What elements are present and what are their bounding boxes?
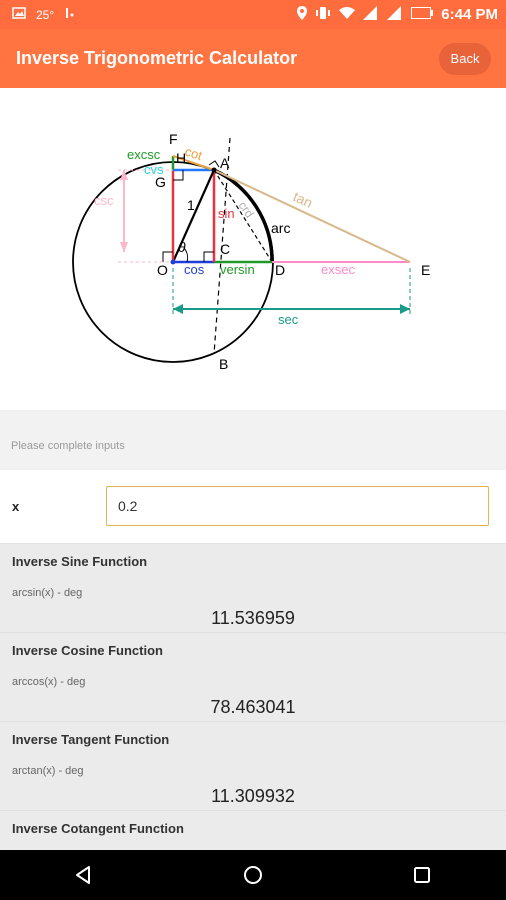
vibrate-icon: [315, 6, 331, 23]
image-notification-icon: [12, 7, 26, 22]
recents-nav-icon[interactable]: [392, 855, 452, 895]
results-list: Inverse Sine Function arcsin(x) - deg 11…: [0, 543, 506, 850]
instruction-text: Please complete inputs: [11, 440, 125, 452]
home-nav-icon[interactable]: [223, 855, 283, 895]
label-excsc: excsc: [127, 147, 161, 162]
label-one: 1: [187, 197, 195, 213]
result-arccot: Inverse Cotangent Function: [0, 810, 506, 850]
instruction-panel: Please complete inputs: [0, 410, 506, 470]
label-theta: θ: [178, 239, 186, 255]
back-button[interactable]: Back: [439, 42, 491, 75]
back-nav-icon[interactable]: [54, 855, 114, 895]
result-title: Inverse Tangent Function: [12, 732, 170, 747]
result-subtitle: arctan(x) - deg: [12, 765, 84, 777]
label-f: F: [169, 131, 178, 147]
result-arctan: Inverse Tangent Function arctan(x) - deg…: [0, 721, 506, 810]
label-csc: csc: [94, 193, 114, 208]
label-cos: cos: [184, 262, 205, 277]
cell-signal-icon: [387, 6, 403, 23]
result-value: 11.309932: [211, 786, 295, 806]
navigation-bar: [0, 850, 506, 900]
clock: 6:44 PM: [441, 6, 498, 23]
x-label: x: [12, 499, 20, 514]
label-versin: versin: [220, 262, 255, 277]
label-d: D: [275, 262, 285, 278]
temperature-text: 25°: [36, 7, 55, 22]
label-h: H: [176, 150, 186, 166]
result-subtitle: arcsin(x) - deg: [12, 587, 83, 599]
result-title: Inverse Sine Function: [12, 554, 148, 569]
label-g: G: [155, 174, 166, 190]
app-bar: Inverse Trigonometric Calculator Back: [0, 29, 506, 88]
page-title: Inverse Trigonometric Calculator: [16, 48, 298, 68]
label-exsec: exsec: [321, 262, 355, 277]
result-title: Inverse Cosine Function: [12, 643, 163, 658]
label-e: E: [421, 262, 430, 278]
label-sin: sin: [218, 206, 235, 221]
label-sec: sec: [278, 312, 299, 327]
cell-signal-icon: [363, 6, 379, 23]
label-b: B: [219, 356, 228, 372]
result-arccos: Inverse Cosine Function arccos(x) - deg …: [0, 632, 506, 721]
label-c: C: [220, 241, 230, 257]
result-arcsin: Inverse Sine Function arcsin(x) - deg 11…: [0, 543, 506, 632]
result-value: 78.463041: [210, 697, 296, 717]
status-bar: 25° 6:44 PM: [0, 0, 506, 29]
input-row: x: [0, 470, 506, 543]
label-a: A: [220, 155, 230, 171]
result-value: 11.536959: [211, 608, 295, 628]
unit-circle-diagram: F excsc cot H A cvs G csc 1 sin crd arc …: [0, 88, 506, 410]
x-input[interactable]: [106, 486, 489, 526]
signal-notification-icon: [64, 7, 76, 22]
label-arc: arc: [271, 220, 290, 236]
wifi-icon: [339, 6, 356, 23]
result-title: Inverse Cotangent Function: [12, 821, 184, 836]
label-o: O: [157, 262, 168, 278]
result-subtitle: arccos(x) - deg: [12, 676, 86, 688]
location-icon: [297, 6, 308, 23]
battery-icon: [411, 7, 434, 22]
